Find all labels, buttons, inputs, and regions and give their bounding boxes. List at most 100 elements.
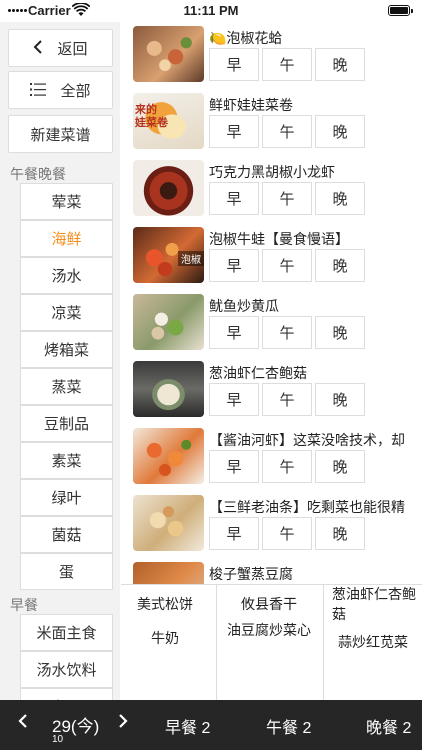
recipe-item[interactable]: 葱油虾仁杏鲍菇 早 午 晚 bbox=[133, 357, 418, 419]
selected-meals-panel: 美式松饼 牛奶 攸县香干 油豆腐炒菜心 葱油虾仁杏鲍菇 蒜炒红苋菜 bbox=[121, 584, 422, 701]
all-button[interactable]: 全部 bbox=[8, 71, 113, 109]
add-dinner-button[interactable]: 晚 bbox=[315, 48, 365, 81]
lunch-count-button[interactable]: 午餐 2 bbox=[266, 714, 311, 738]
recipe-title: 葱油虾仁杏鲍菇 bbox=[209, 366, 307, 382]
chevron-left-icon bbox=[33, 39, 43, 58]
picked-dish[interactable]: 油豆腐炒菜心 bbox=[227, 621, 317, 641]
add-dinner-button[interactable]: 晚 bbox=[315, 383, 365, 416]
picked-dish[interactable]: 牛奶 bbox=[151, 629, 179, 649]
category-item[interactable]: 凉菜 bbox=[20, 294, 113, 331]
new-recipe-label: 新建菜谱 bbox=[30, 125, 91, 144]
picked-dish[interactable]: 蒜炒红苋菜 bbox=[338, 633, 408, 653]
next-day-button[interactable] bbox=[118, 712, 128, 735]
recipe-title: 梭子蟹蒸豆腐 bbox=[209, 567, 293, 583]
recipe-thumbnail bbox=[133, 160, 204, 216]
recipe-item[interactable]: 巧克力黑胡椒小龙虾 早 午 晚 bbox=[133, 156, 418, 218]
category-item[interactable]: 豆制品 bbox=[20, 405, 113, 442]
recipe-item[interactable]: 来的 娃菜卷 鲜虾娃娃菜卷 早 午 晚 bbox=[133, 89, 418, 151]
recipe-title: 巧克力黑胡椒小龙虾 bbox=[209, 165, 335, 181]
add-breakfast-button[interactable]: 早 bbox=[209, 249, 259, 282]
add-dinner-button[interactable]: 晚 bbox=[315, 115, 365, 148]
add-lunch-button[interactable]: 午 bbox=[262, 115, 312, 148]
picked-dish[interactable]: 攸县香干 bbox=[241, 595, 297, 615]
new-recipe-button[interactable]: 新建菜谱 bbox=[8, 115, 113, 153]
current-month: 10 bbox=[52, 734, 64, 745]
add-breakfast-button[interactable]: 早 bbox=[209, 48, 259, 81]
lunch-column: 攸县香干 油豆腐炒菜心 bbox=[217, 585, 324, 701]
category-item[interactable]: 汤水饮料 bbox=[20, 651, 113, 688]
breakfast-count-button[interactable]: 早餐 2 bbox=[165, 714, 210, 738]
dinner-column: 葱油虾仁杏鲍菇 蒜炒红苋菜 bbox=[324, 585, 422, 701]
back-button[interactable]: 返回 bbox=[8, 29, 113, 67]
add-lunch-button[interactable]: 午 bbox=[262, 48, 312, 81]
category-item[interactable]: 绿叶 bbox=[20, 479, 113, 516]
recipe-title: 鲜虾娃娃菜卷 bbox=[209, 98, 293, 114]
recipe-title: 【三鲜老油条】吃剩菜也能很精 bbox=[209, 500, 405, 516]
category-item[interactable]: 荤菜 bbox=[20, 183, 113, 220]
category-item[interactable]: 烤箱菜 bbox=[20, 331, 113, 368]
recipe-thumbnail bbox=[133, 294, 204, 350]
add-dinner-button[interactable]: 晚 bbox=[315, 517, 365, 550]
category-item[interactable]: 菌菇 bbox=[20, 516, 113, 553]
category-item[interactable]: 米面主食 bbox=[20, 614, 113, 651]
status-time: 11:11 PM bbox=[183, 3, 239, 18]
add-dinner-button[interactable]: 晚 bbox=[315, 182, 365, 215]
group-label-breakfast: 早餐 bbox=[10, 598, 38, 614]
category-item-active[interactable]: 海鲜 bbox=[20, 220, 113, 257]
recipe-title: 🍋泡椒花蛤 bbox=[209, 31, 283, 47]
recipe-thumbnail bbox=[133, 428, 204, 484]
recipe-title: 【酱油河虾】这菜没啥技术，却 bbox=[209, 433, 405, 449]
status-bar: Carrier 11:11 PM bbox=[0, 0, 422, 22]
add-breakfast-button[interactable]: 早 bbox=[209, 316, 259, 349]
chevron-right-icon bbox=[119, 714, 128, 728]
recipe-thumbnail bbox=[133, 495, 204, 551]
add-dinner-button[interactable]: 晚 bbox=[315, 450, 365, 483]
recipe-item[interactable]: 【酱油河虾】这菜没啥技术，却 早 午 晚 bbox=[133, 424, 418, 486]
all-label: 全部 bbox=[60, 81, 91, 100]
recipe-thumbnail bbox=[133, 562, 204, 584]
add-lunch-button[interactable]: 午 bbox=[262, 450, 312, 483]
recipe-item[interactable]: 🍋泡椒花蛤 早 午 晚 bbox=[133, 22, 418, 84]
add-breakfast-button[interactable]: 早 bbox=[209, 182, 259, 215]
bottom-date-bar: 29(今) 10 早餐 2 午餐 2 晚餐 2 bbox=[0, 700, 422, 750]
recipe-list: 🍋泡椒花蛤 早 午 晚 来的 娃菜卷 鲜虾娃娃菜卷 早 午 晚 巧克力黑胡椒小龙… bbox=[121, 22, 422, 584]
add-lunch-button[interactable]: 午 bbox=[262, 316, 312, 349]
recipe-item[interactable]: 梭子蟹蒸豆腐 bbox=[133, 558, 418, 584]
category-sidebar: 返回 全部 新建菜谱 午餐晚餐 荤菜 海鲜 汤水 凉菜 烤箱菜 蒸菜 豆制品 素… bbox=[0, 22, 120, 700]
recipe-thumbnail: 来的 娃菜卷 bbox=[133, 93, 204, 149]
recipe-thumbnail bbox=[133, 26, 204, 82]
breakfast-column: 美式松饼 牛奶 bbox=[121, 585, 217, 701]
recipe-thumbnail: 泡椒 bbox=[133, 227, 204, 283]
prev-day-button[interactable] bbox=[18, 712, 28, 735]
add-lunch-button[interactable]: 午 bbox=[262, 383, 312, 416]
add-dinner-button[interactable]: 晚 bbox=[315, 316, 365, 349]
add-breakfast-button[interactable]: 早 bbox=[209, 450, 259, 483]
dinner-count-button[interactable]: 晚餐 2 bbox=[366, 714, 411, 738]
picked-dish[interactable]: 美式松饼 bbox=[137, 595, 193, 615]
thumbnail-caption: 泡椒 bbox=[178, 251, 204, 266]
picked-dish[interactable]: 葱油虾仁杏鲍菇 bbox=[332, 585, 422, 625]
recipe-thumbnail bbox=[133, 361, 204, 417]
add-lunch-button[interactable]: 午 bbox=[262, 249, 312, 282]
add-breakfast-button[interactable]: 早 bbox=[209, 115, 259, 148]
recipe-item[interactable]: 泡椒 泡椒牛蛙【曼食慢语】 早 午 晚 bbox=[133, 223, 418, 285]
category-item[interactable]: 素菜 bbox=[20, 442, 113, 479]
category-item[interactable]: 蛋 bbox=[20, 553, 113, 590]
add-lunch-button[interactable]: 午 bbox=[262, 517, 312, 550]
add-dinner-button[interactable]: 晚 bbox=[315, 249, 365, 282]
battery-icon bbox=[388, 5, 413, 16]
chevron-left-icon bbox=[18, 714, 27, 728]
group-label-lunch-dinner: 午餐晚餐 bbox=[10, 167, 66, 183]
recipe-item[interactable]: 鱿鱼炒黄瓜 早 午 晚 bbox=[133, 290, 418, 352]
add-lunch-button[interactable]: 午 bbox=[262, 182, 312, 215]
recipe-item[interactable]: 【三鲜老油条】吃剩菜也能很精 早 午 晚 bbox=[133, 491, 418, 553]
add-breakfast-button[interactable]: 早 bbox=[209, 383, 259, 416]
category-item[interactable]: 汤水 bbox=[20, 257, 113, 294]
category-item[interactable]: 主罗 bbox=[20, 688, 113, 700]
recipe-title: 鱿鱼炒黄瓜 bbox=[209, 299, 279, 315]
recipe-title: 泡椒牛蛙【曼食慢语】 bbox=[209, 232, 349, 248]
add-breakfast-button[interactable]: 早 bbox=[209, 517, 259, 550]
category-item[interactable]: 蒸菜 bbox=[20, 368, 113, 405]
back-label: 返回 bbox=[57, 39, 88, 58]
list-icon bbox=[30, 81, 47, 100]
